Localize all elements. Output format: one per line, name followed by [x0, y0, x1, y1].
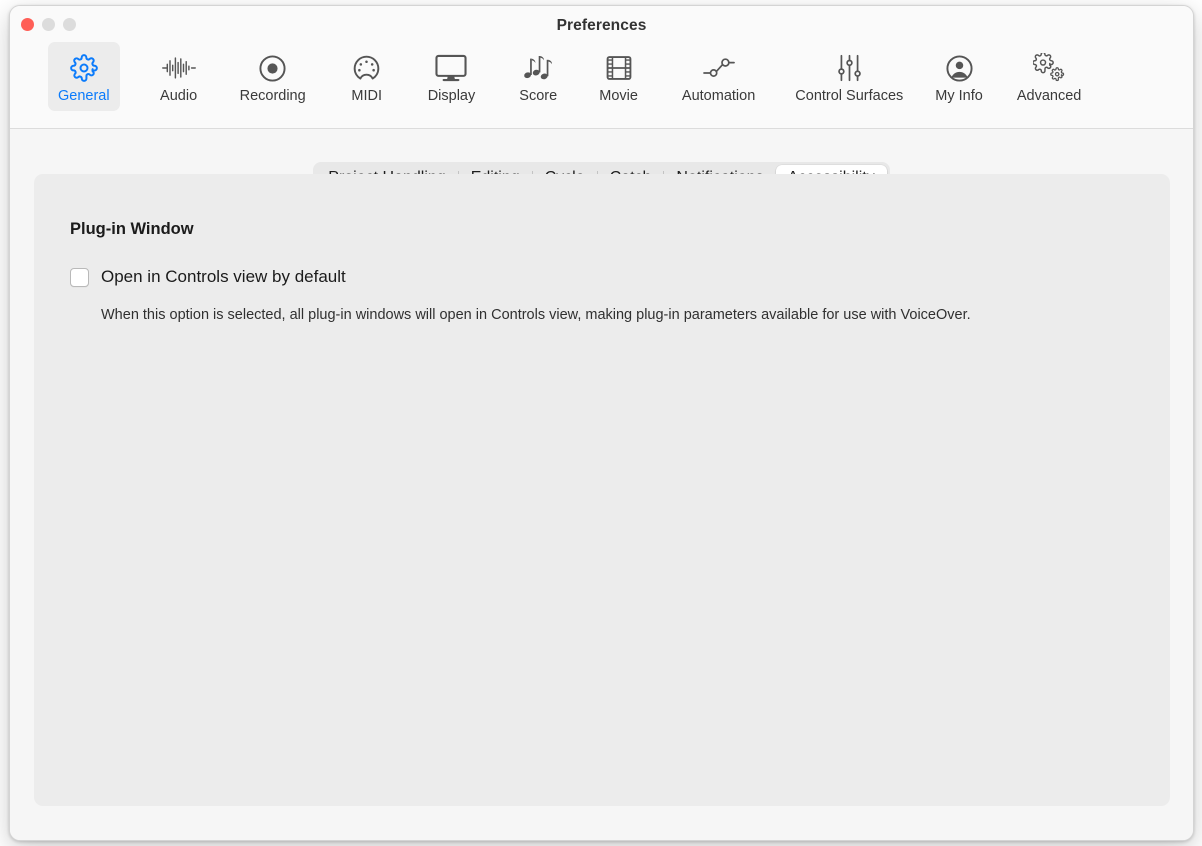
toolbar-label-midi: MIDI: [351, 88, 382, 104]
toolbar-label-midi-recording: Recording: [239, 88, 306, 104]
preferences-toolbar: General Audio Recording MIDI Display Sco…: [10, 42, 1193, 111]
film-strip-icon: [605, 50, 633, 86]
window-title: Preferences: [556, 17, 647, 34]
open-in-controls-view-description: When this option is selected, all plug-i…: [101, 307, 971, 323]
window-titlebar: Preferences General Audio Recording MIDI…: [10, 6, 1193, 129]
section-title-plug-in-window: Plug-in Window: [70, 220, 194, 238]
toolbar-item-control-surfaces[interactable]: Control Surfaces: [785, 42, 913, 111]
open-in-controls-view-row[interactable]: Open in Controls view by default: [70, 267, 346, 287]
toolbar-label-control-surfaces: Control Surfaces: [795, 88, 904, 104]
open-in-controls-view-label: Open in Controls view by default: [101, 267, 346, 286]
midi-connector-icon: [352, 50, 381, 86]
toolbar-item-score[interactable]: Score: [509, 42, 567, 111]
music-notes-icon: [523, 50, 553, 86]
open-in-controls-view-checkbox[interactable]: [70, 267, 89, 287]
gear-icon: [70, 50, 98, 86]
monitor-icon: [435, 50, 468, 86]
toolbar-item-advanced[interactable]: Advanced: [1007, 42, 1092, 111]
record-circle-icon: [258, 50, 287, 86]
toolbar-item-general[interactable]: General: [48, 42, 120, 111]
sliders-icon: [836, 50, 863, 86]
automation-nodes-icon: [702, 50, 736, 86]
toolbar-label-advanced: Advanced: [1016, 88, 1082, 104]
toolbar-label-my-info: My Info: [935, 88, 983, 104]
toolbar-item-audio[interactable]: Audio: [150, 42, 208, 111]
preferences-window: Preferences General Audio Recording MIDI…: [9, 5, 1194, 841]
accessibility-settings-panel: Plug-in Window Open in Controls view by …: [34, 174, 1170, 806]
toolbar-label-automation: Automation: [681, 88, 756, 104]
toolbar-label-audio: Audio: [160, 88, 198, 104]
preferences-body: Project Handling Editing Cycle Catch Not…: [10, 129, 1193, 840]
person-circle-icon: [945, 50, 974, 86]
toolbar-label-general: General: [58, 88, 110, 104]
toolbar-item-movie[interactable]: Movie: [589, 42, 648, 111]
toolbar-label-score: Score: [519, 88, 558, 104]
waveform-icon: [161, 50, 197, 86]
toolbar-item-recording[interactable]: Recording: [230, 42, 316, 111]
toolbar-item-midi[interactable]: MIDI: [338, 42, 396, 111]
toolbar-item-display[interactable]: Display: [418, 42, 486, 111]
toolbar-label-display: Display: [427, 88, 476, 104]
toolbar-item-my-info[interactable]: My Info: [925, 42, 993, 111]
toolbar-item-automation[interactable]: Automation: [672, 42, 765, 111]
toolbar-label-movie: Movie: [599, 88, 638, 104]
double-gear-icon: [1033, 50, 1065, 86]
